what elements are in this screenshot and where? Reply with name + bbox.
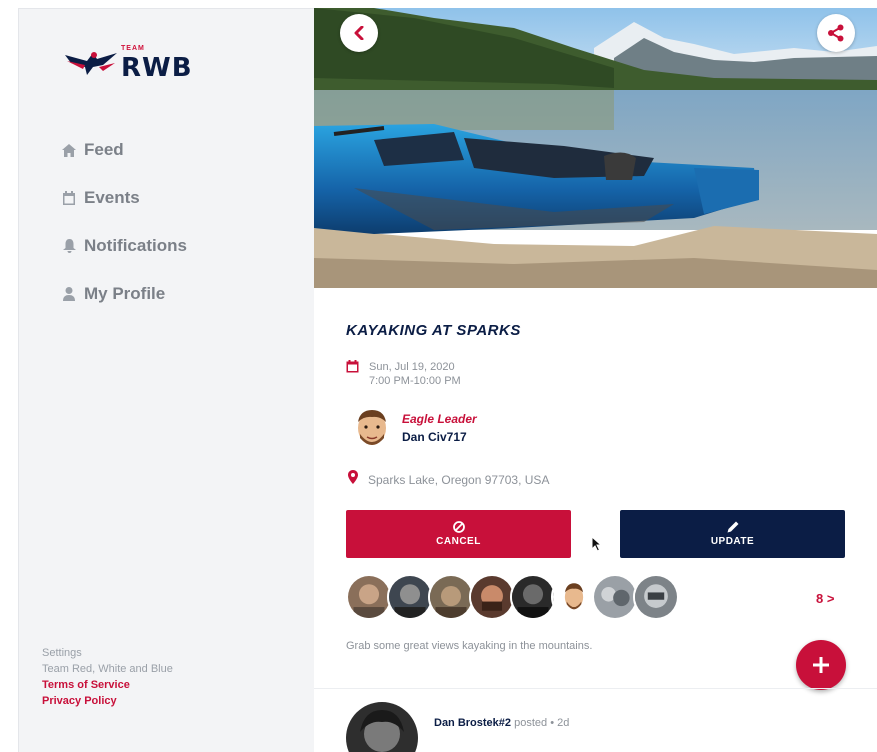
bell-icon (58, 239, 80, 253)
event-location[interactable]: Sparks Lake, Oregon 97703, USA (348, 470, 549, 489)
attendee-avatar[interactable] (551, 574, 597, 620)
post-meta: posted • 2d (514, 717, 570, 729)
sidebar-footer: Settings Team Red, White and Blue Terms … (42, 645, 173, 709)
logo-rwb-text: RWB (121, 53, 193, 83)
nav-item-feed[interactable]: Feed (58, 126, 187, 174)
attendee-avatar[interactable] (469, 574, 515, 620)
attendee-avatar[interactable] (633, 574, 679, 620)
leader-name: Dan Civ717 (402, 430, 467, 444)
privacy-policy-link[interactable]: Privacy Policy (42, 693, 173, 709)
mouse-cursor-icon (591, 536, 603, 552)
nav-label-notifications: Notifications (84, 236, 187, 255)
more-attendees-link[interactable]: 8 > (816, 591, 834, 606)
calendar-icon (346, 360, 359, 388)
team-rwb-logo[interactable]: TEAM RWB (63, 45, 203, 85)
terms-of-service-link[interactable]: Terms of Service (42, 677, 173, 693)
attendee-avatar[interactable] (510, 574, 556, 620)
cancel-event-button[interactable]: CANCEL (346, 510, 571, 558)
logo-team-text: TEAM (121, 45, 145, 52)
nav-label-my-profile: My Profile (84, 284, 166, 303)
nav-item-events[interactable]: Events (58, 174, 187, 222)
attendee-avatar[interactable] (346, 574, 392, 620)
attendee-avatar[interactable] (592, 574, 638, 620)
post-author-line: Dan Brostek#2 posted • 2d (434, 717, 569, 729)
nav-item-notifications[interactable]: Notifications (58, 222, 187, 270)
update-label: UPDATE (710, 536, 755, 547)
update-event-button[interactable]: UPDATE (620, 510, 845, 558)
nav-label-events: Events (84, 188, 140, 207)
event-cover-photo (314, 8, 877, 288)
cancel-label: CANCEL (436, 536, 481, 547)
user-icon (58, 287, 80, 301)
chevron-left-icon (354, 26, 364, 40)
org-name: Team Red, White and Blue (42, 663, 173, 675)
nav-item-my-profile[interactable]: My Profile (58, 270, 187, 318)
post-author-avatar[interactable] (346, 702, 418, 752)
event-location-text: Sparks Lake, Oregon 97703, USA (368, 472, 550, 487)
attendee-avatar[interactable] (387, 574, 433, 620)
window-edge (0, 0, 18, 752)
leader-avatar (358, 410, 386, 445)
cancel-icon (452, 521, 465, 533)
feed-post[interactable]: Dan Brostek#2 posted • 2d (346, 702, 569, 752)
share-icon (828, 24, 844, 42)
event-date-text: Sun, Jul 19, 2020 (369, 361, 455, 373)
eagle-icon (65, 52, 117, 75)
event-title: KAYAKING AT SPARKS (346, 322, 521, 339)
home-icon (58, 143, 80, 157)
event-description: Grab some great views kayaking in the mo… (346, 640, 593, 652)
post-author-name[interactable]: Dan Brostek#2 (434, 717, 511, 729)
sidebar: TEAM RWB (18, 8, 314, 752)
plus-icon (813, 657, 829, 673)
map-pin-icon (348, 470, 358, 489)
back-button[interactable] (340, 14, 378, 52)
sidebar-nav: Feed Events Notifications My Profile (58, 126, 187, 318)
event-time-text: 7:00 PM-10:00 PM (369, 375, 461, 387)
settings-label[interactable]: Settings (42, 645, 173, 661)
attendee-avatar[interactable] (428, 574, 474, 620)
leader-role: Eagle Leader (402, 412, 477, 426)
add-post-button[interactable] (796, 640, 846, 690)
nav-label-feed: Feed (84, 140, 124, 159)
pencil-icon (727, 521, 738, 533)
section-divider (314, 688, 877, 689)
event-leader[interactable]: Eagle Leader Dan Civ717 (352, 406, 477, 450)
share-button[interactable] (817, 14, 855, 52)
event-date: Sun, Jul 19, 2020 7:00 PM-10:00 PM (346, 360, 461, 388)
calendar-icon (58, 191, 80, 205)
